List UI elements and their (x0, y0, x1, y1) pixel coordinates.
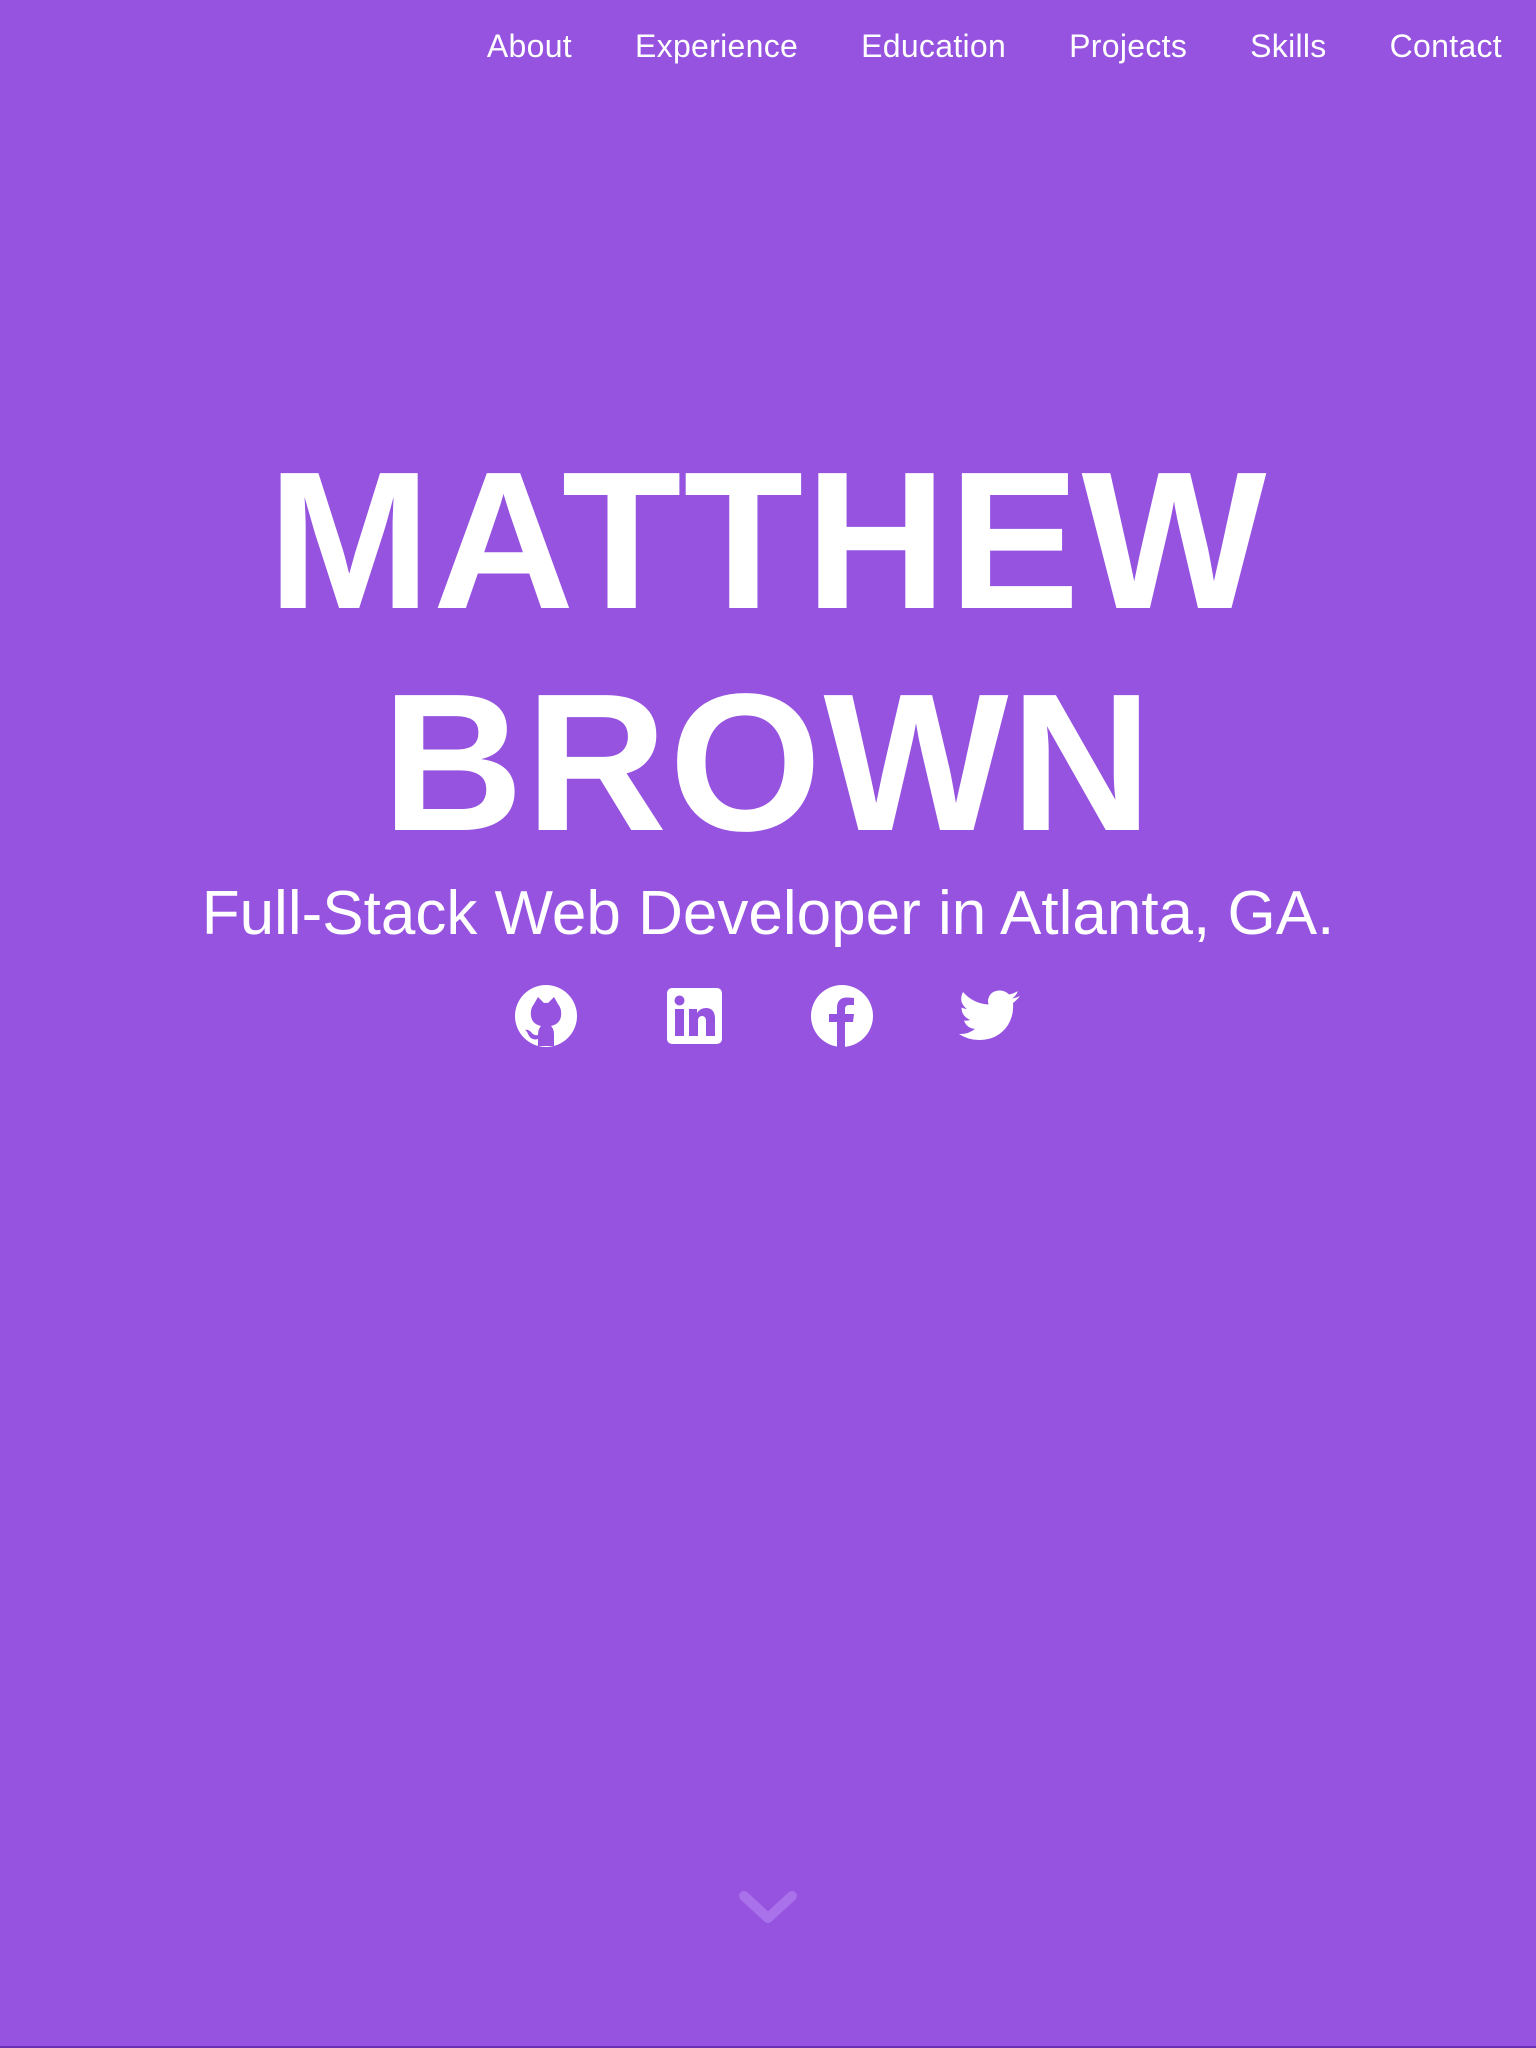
hero-tagline: Full-Stack Web Developer in Atlanta, GA. (201, 879, 1335, 948)
nav-link-contact[interactable]: Contact (1390, 28, 1502, 65)
linkedin-icon (667, 988, 722, 1044)
linkedin-link[interactable] (662, 984, 726, 1048)
hero-name-first: MATTHEW (267, 431, 1269, 650)
social-links (0, 984, 1536, 1048)
facebook-link[interactable] (810, 984, 874, 1048)
top-navigation: About Experience Education Projects Skil… (424, 0, 1536, 92)
scroll-down-button[interactable] (738, 1888, 798, 1928)
hero-name: MATTHEW BROWN (0, 430, 1536, 874)
twitter-icon (959, 990, 1020, 1040)
nav-link-projects[interactable]: Projects (1069, 28, 1187, 65)
nav-link-about[interactable]: About (487, 28, 572, 65)
github-icon (515, 985, 577, 1047)
twitter-link[interactable] (958, 984, 1022, 1048)
hero-name-last: BROWN (381, 653, 1155, 872)
nav-link-experience[interactable]: Experience (635, 28, 798, 65)
nav-link-skills[interactable]: Skills (1250, 28, 1326, 65)
facebook-icon (811, 985, 873, 1048)
github-link[interactable] (514, 984, 578, 1048)
nav-link-education[interactable]: Education (861, 28, 1006, 65)
chevron-down-icon (739, 1891, 797, 1923)
